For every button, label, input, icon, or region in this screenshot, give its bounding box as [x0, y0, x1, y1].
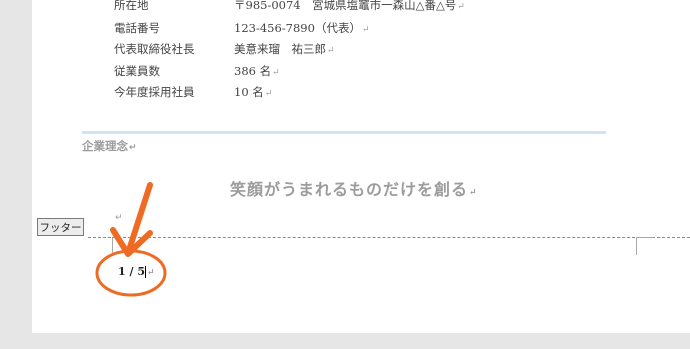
info-value: 123-456-7890（代表）↵	[234, 21, 370, 35]
info-value: 〒985-0074 宮城県塩竈市一森山△番△号↵	[234, 0, 465, 12]
info-value: 美意来瑠 祐三郎↵	[234, 42, 335, 56]
margin-corner-right-top	[636, 237, 654, 238]
paragraph-mark: ↵	[469, 188, 478, 198]
paragraph-mark: ↵	[272, 68, 280, 78]
paragraph-mark: ↵	[129, 143, 137, 153]
bottom-bar	[0, 333, 690, 349]
info-label: 従業員数	[114, 64, 160, 78]
company-motto: 笑顔がうまれるものだけを創る↵	[230, 180, 478, 199]
margin-corner-left	[112, 237, 113, 255]
footer-tab[interactable]: フッター	[37, 218, 84, 236]
info-value: 386 名↵	[234, 64, 280, 78]
text-cursor	[144, 266, 146, 278]
left-gutter	[0, 0, 32, 349]
paragraph-mark: ↵	[327, 46, 335, 56]
section-rule	[82, 131, 606, 134]
info-label: 代表取締役社長	[114, 42, 195, 56]
footer-boundary-line	[88, 237, 690, 238]
paragraph-mark: ↵	[457, 2, 465, 12]
footer-page-number[interactable]: 1 / 5 ↵	[118, 265, 155, 278]
margin-corner-right	[636, 237, 637, 255]
info-label: 電話番号	[114, 21, 160, 35]
paragraph-mark: ↵	[361, 25, 370, 35]
section-heading: 企業理念↵	[82, 139, 137, 153]
paragraph-mark: ↵	[146, 268, 155, 278]
info-label: 所在地	[114, 0, 149, 12]
info-label: 今年度採用社員	[114, 85, 195, 99]
paragraph-mark: ↵	[115, 213, 123, 223]
info-value: 10 名↵	[234, 85, 273, 99]
paragraph-mark: ↵	[264, 89, 273, 99]
